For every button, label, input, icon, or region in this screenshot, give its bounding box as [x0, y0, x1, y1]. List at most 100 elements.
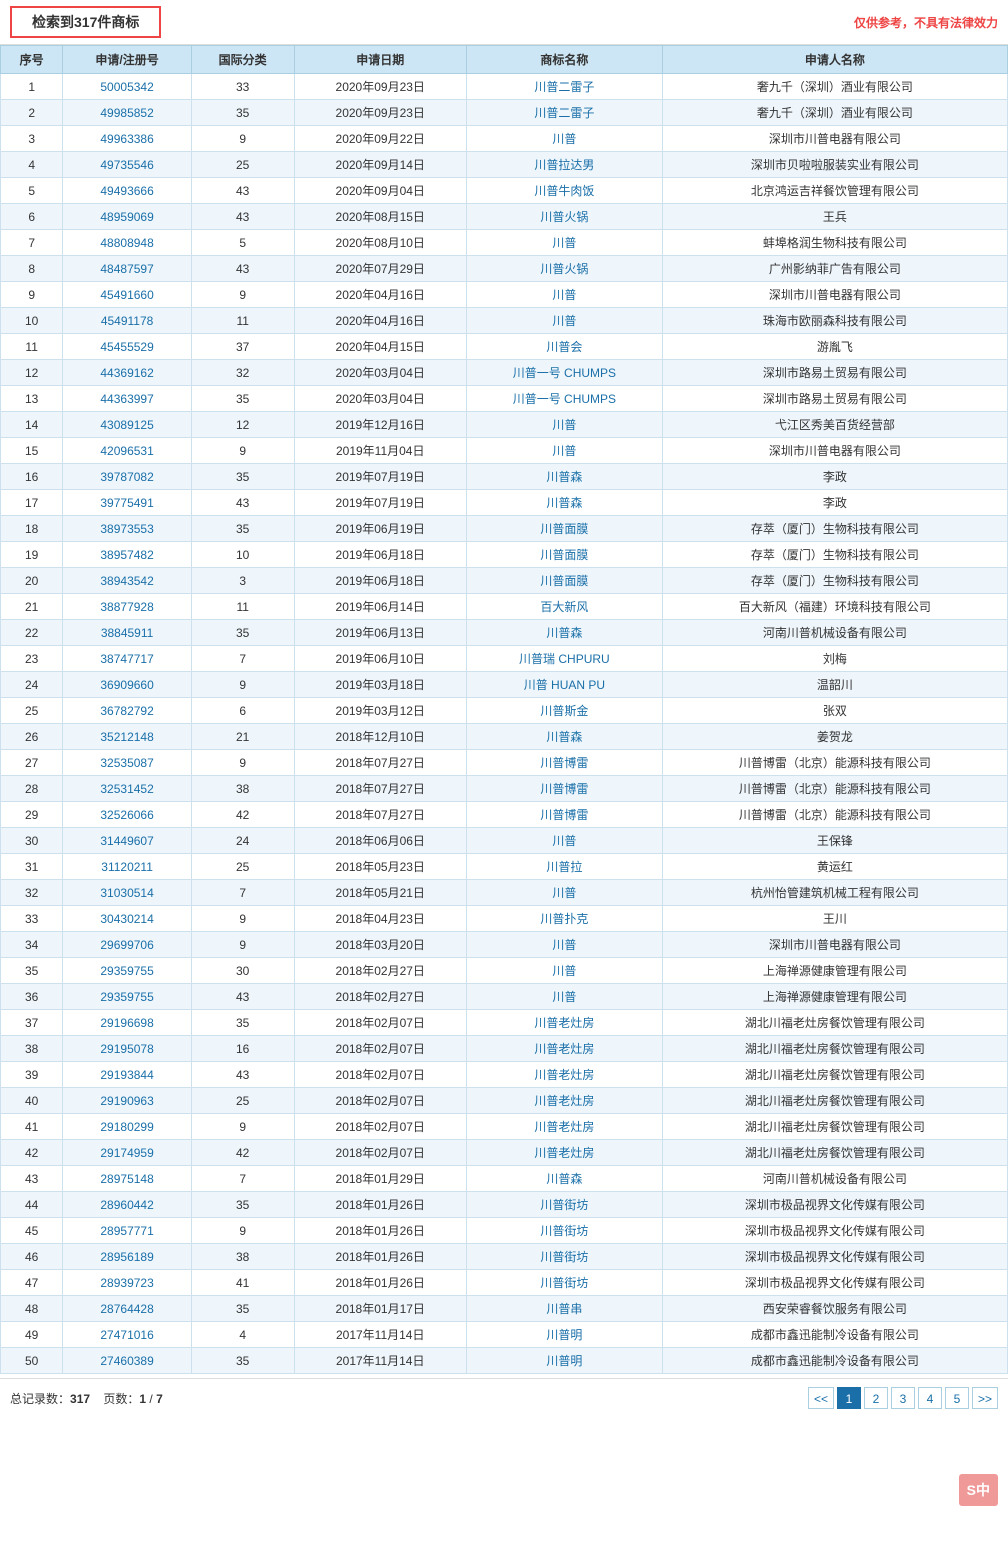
cell-brand[interactable]: 川普会	[466, 334, 662, 360]
cell-appno[interactable]: 29193844	[63, 1062, 192, 1088]
cell-appno[interactable]: 28957771	[63, 1218, 192, 1244]
cell-brand[interactable]: 川普博雷	[466, 802, 662, 828]
cell-appno[interactable]: 28975148	[63, 1166, 192, 1192]
cell-brand[interactable]: 川普老灶房	[466, 1114, 662, 1140]
cell-appno[interactable]: 29174959	[63, 1140, 192, 1166]
cell-appno[interactable]: 38747717	[63, 646, 192, 672]
cell-brand[interactable]: 川普	[466, 126, 662, 152]
cell-appno[interactable]: 36782792	[63, 698, 192, 724]
cell-brand[interactable]: 川普斯金	[466, 698, 662, 724]
page-2-btn[interactable]: 2	[864, 1387, 888, 1409]
cell-appno[interactable]: 50005342	[63, 74, 192, 100]
cell-brand[interactable]: 川普老灶房	[466, 1088, 662, 1114]
cell-appno[interactable]: 49493666	[63, 178, 192, 204]
cell-brand[interactable]: 川普明	[466, 1348, 662, 1374]
cell-appno[interactable]: 28764428	[63, 1296, 192, 1322]
cell-brand[interactable]: 川普	[466, 984, 662, 1010]
cell-brand[interactable]: 川普老灶房	[466, 1036, 662, 1062]
cell-brand[interactable]: 川普牛肉饭	[466, 178, 662, 204]
cell-brand[interactable]: 川普	[466, 438, 662, 464]
cell-brand[interactable]: 川普面膜	[466, 542, 662, 568]
page-4-btn[interactable]: 4	[918, 1387, 942, 1409]
cell-brand[interactable]: 川普	[466, 880, 662, 906]
cell-appno[interactable]: 28960442	[63, 1192, 192, 1218]
cell-appno[interactable]: 49735546	[63, 152, 192, 178]
cell-brand[interactable]: 川普森	[466, 724, 662, 750]
cell-appno[interactable]: 29190963	[63, 1088, 192, 1114]
cell-appno[interactable]: 29359755	[63, 958, 192, 984]
cell-brand[interactable]: 川普面膜	[466, 516, 662, 542]
cell-appno[interactable]: 38973553	[63, 516, 192, 542]
cell-brand[interactable]: 川普老灶房	[466, 1062, 662, 1088]
cell-brand[interactable]: 川普森	[466, 1166, 662, 1192]
cell-brand[interactable]: 川普街坊	[466, 1244, 662, 1270]
cell-appno[interactable]: 49963386	[63, 126, 192, 152]
cell-appno[interactable]: 42096531	[63, 438, 192, 464]
cell-brand[interactable]: 川普	[466, 412, 662, 438]
cell-appno[interactable]: 45491660	[63, 282, 192, 308]
cell-appno[interactable]: 38845911	[63, 620, 192, 646]
cell-brand[interactable]: 川普 HUAN PU	[466, 672, 662, 698]
cell-appno[interactable]: 45491178	[63, 308, 192, 334]
cell-brand[interactable]: 川普拉	[466, 854, 662, 880]
cell-brand[interactable]: 川普老灶房	[466, 1010, 662, 1036]
cell-brand[interactable]: 川普一号 CHUMPS	[466, 360, 662, 386]
cell-appno[interactable]: 29195078	[63, 1036, 192, 1062]
cell-appno[interactable]: 43089125	[63, 412, 192, 438]
cell-brand[interactable]: 川普面膜	[466, 568, 662, 594]
cell-brand[interactable]: 川普街坊	[466, 1192, 662, 1218]
page-3-btn[interactable]: 3	[891, 1387, 915, 1409]
page-5-btn[interactable]: 5	[945, 1387, 969, 1409]
cell-brand[interactable]: 川普火锅	[466, 204, 662, 230]
cell-brand[interactable]: 川普街坊	[466, 1218, 662, 1244]
cell-appno[interactable]: 45455529	[63, 334, 192, 360]
page-next-btn[interactable]: >>	[972, 1387, 998, 1409]
cell-appno[interactable]: 49985852	[63, 100, 192, 126]
cell-appno[interactable]: 39775491	[63, 490, 192, 516]
cell-appno[interactable]: 38877928	[63, 594, 192, 620]
cell-brand[interactable]: 川普火锅	[466, 256, 662, 282]
cell-appno[interactable]: 48959069	[63, 204, 192, 230]
cell-appno[interactable]: 29359755	[63, 984, 192, 1010]
cell-appno[interactable]: 29699706	[63, 932, 192, 958]
cell-brand[interactable]: 川普二雷子	[466, 74, 662, 100]
cell-appno[interactable]: 27471016	[63, 1322, 192, 1348]
cell-brand[interactable]: 川普一号 CHUMPS	[466, 386, 662, 412]
cell-brand[interactable]: 百大新风	[466, 594, 662, 620]
cell-brand[interactable]: 川普老灶房	[466, 1140, 662, 1166]
cell-brand[interactable]: 川普扑克	[466, 906, 662, 932]
cell-appno[interactable]: 48808948	[63, 230, 192, 256]
cell-brand[interactable]: 川普森	[466, 490, 662, 516]
cell-brand[interactable]: 川普	[466, 230, 662, 256]
cell-appno[interactable]: 32526066	[63, 802, 192, 828]
cell-brand[interactable]: 川普串	[466, 1296, 662, 1322]
cell-brand[interactable]: 川普森	[466, 620, 662, 646]
cell-appno[interactable]: 35212148	[63, 724, 192, 750]
cell-appno[interactable]: 29196698	[63, 1010, 192, 1036]
cell-brand[interactable]: 川普	[466, 932, 662, 958]
cell-appno[interactable]: 29180299	[63, 1114, 192, 1140]
cell-brand[interactable]: 川普	[466, 282, 662, 308]
cell-appno[interactable]: 31030514	[63, 880, 192, 906]
cell-appno[interactable]: 28939723	[63, 1270, 192, 1296]
cell-brand[interactable]: 川普博雷	[466, 750, 662, 776]
cell-appno[interactable]: 39787082	[63, 464, 192, 490]
cell-brand[interactable]: 川普明	[466, 1322, 662, 1348]
cell-brand[interactable]: 川普	[466, 308, 662, 334]
cell-appno[interactable]: 30430214	[63, 906, 192, 932]
cell-appno[interactable]: 31120211	[63, 854, 192, 880]
page-prev-btn[interactable]: <<	[808, 1387, 834, 1409]
cell-appno[interactable]: 38943542	[63, 568, 192, 594]
cell-brand[interactable]: 川普森	[466, 464, 662, 490]
cell-brand[interactable]: 川普街坊	[466, 1270, 662, 1296]
cell-brand[interactable]: 川普二雷子	[466, 100, 662, 126]
page-1-btn[interactable]: 1	[837, 1387, 861, 1409]
cell-appno[interactable]: 28956189	[63, 1244, 192, 1270]
cell-appno[interactable]: 36909660	[63, 672, 192, 698]
cell-appno[interactable]: 32531452	[63, 776, 192, 802]
cell-brand[interactable]: 川普拉达男	[466, 152, 662, 178]
cell-appno[interactable]: 44369162	[63, 360, 192, 386]
cell-appno[interactable]: 32535087	[63, 750, 192, 776]
cell-brand[interactable]: 川普	[466, 828, 662, 854]
cell-appno[interactable]: 44363997	[63, 386, 192, 412]
